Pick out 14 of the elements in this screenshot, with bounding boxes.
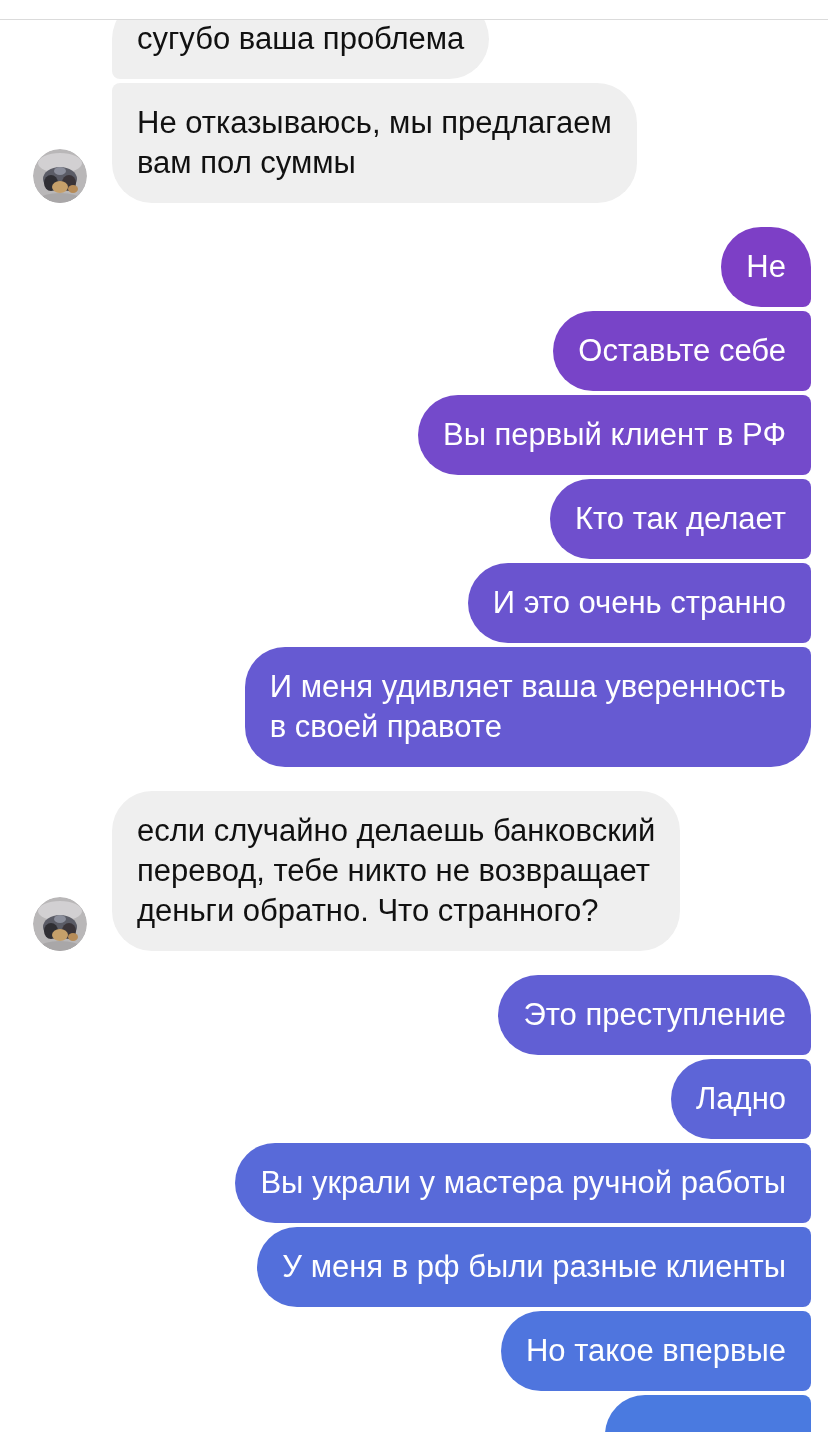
message-bubble: Оставьте себе	[553, 311, 811, 391]
message-bubble: Но такое впервые	[500, 1311, 811, 1391]
message-bubble: У меня в рф были разные клиенты	[257, 1227, 811, 1307]
message-bubble: сугубо ваша проблема	[112, 20, 490, 79]
message-bubble: Ладно	[670, 1059, 811, 1139]
message-bubble: Вы первый клиент в РФ	[418, 395, 811, 475]
message-bubble: Не отказываюсь, мы предлагаем вам пол суммы	[112, 83, 637, 203]
message-bubble: Это преступление	[498, 975, 811, 1055]
message-bubble: И это очень странно	[467, 563, 811, 643]
message-bubble: И меня удивляет ваша уверенность в своей правоте	[244, 647, 811, 767]
message-bubble: Кто так делает	[549, 479, 811, 559]
message-bubble: если случайно делаешь банковский перевод, тебе никто не возвращает деньги обратно. Что странного?	[112, 791, 681, 951]
message-bubble: Не	[721, 227, 811, 307]
message-bubble: Вы украли у мастера ручной работы	[235, 1143, 811, 1223]
